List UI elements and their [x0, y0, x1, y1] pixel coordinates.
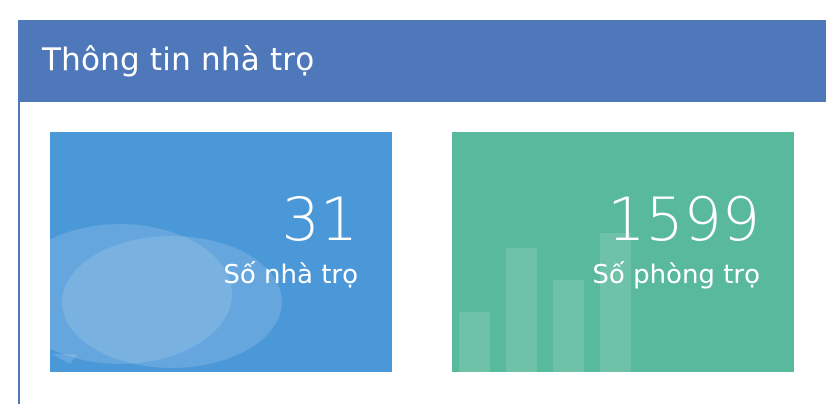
info-panel: Thông tin nhà trọ 31 Số nhà trọ 1599 Số … — [18, 20, 826, 404]
stat-label-houses: Số nhà trọ — [223, 260, 358, 290]
stat-label-rooms: Số phòng trọ — [592, 260, 760, 290]
panel-header: Thông tin nhà trọ — [20, 20, 826, 102]
stat-tile-houses[interactable]: 31 Số nhà trọ — [50, 132, 392, 372]
stat-value-houses: 31 — [281, 185, 358, 255]
panel-title: Thông tin nhà trọ — [42, 42, 315, 78]
stat-value-rooms: 1599 — [607, 185, 760, 255]
stat-tile-rooms[interactable]: 1599 Số phòng trọ — [452, 132, 794, 372]
